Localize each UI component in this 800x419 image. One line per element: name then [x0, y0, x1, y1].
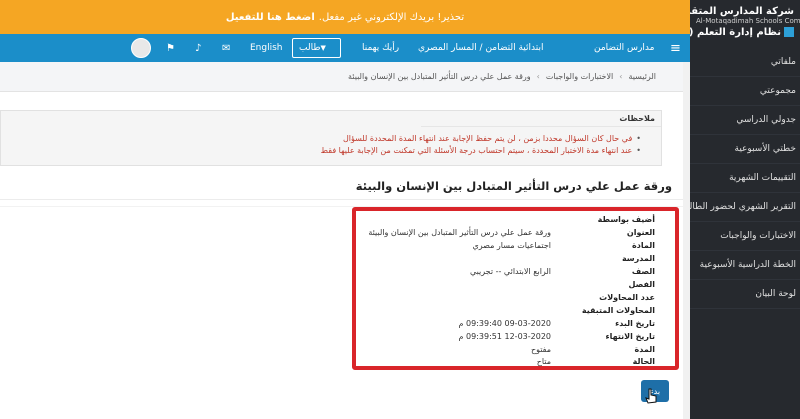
- detail-row-attempts: عدد المحاولات: [599, 293, 655, 302]
- bell-icon[interactable]: ♪: [195, 34, 201, 62]
- detail-row-subject: المادة اجتماعيات مسار مصري: [472, 241, 655, 250]
- detail-row-remaining: المحاولات المتبقية: [581, 306, 655, 315]
- logo-icon: [784, 27, 794, 37]
- role-select[interactable]: طالب ▼: [292, 38, 341, 58]
- user-avatar[interactable]: [131, 38, 151, 58]
- mail-icon[interactable]: ✉: [222, 34, 230, 62]
- nav-branch-link[interactable]: ابتدائية التضامن / المسار المصري: [418, 34, 543, 62]
- breadcrumb-current: ورقة عمل علي درس التأثير المتبادل بين ال…: [347, 72, 531, 81]
- detail-row-grade: الصف الرابع الابتدائي -- تجريبي: [469, 267, 655, 276]
- note-item: عند انتهاء مدة الاختبار المحددة ، سيتم ا…: [321, 145, 641, 157]
- breadcrumb-separator: ›: [536, 72, 540, 81]
- top-navbar: ≡ مدارس التضامن ابتدائية التضامن / المسا…: [0, 34, 690, 62]
- detail-row-start-date: تاريخ البدء 09-03-2020 09:39:40 م: [458, 319, 655, 328]
- notes-panel: ملاحظات في حال كان السؤال محددا بزمن ، ل…: [0, 110, 662, 166]
- note-item: في حال كان السؤال محددا بزمن ، لن يتم حف…: [321, 133, 641, 145]
- sidebar-item-my-files[interactable]: ملفاتي: [690, 48, 800, 77]
- email-activation-alert: تحذير! بريدك الإلكتروني غير مفعل. اضغط ه…: [0, 0, 690, 34]
- sidebar-item-exams-homework[interactable]: الاختبارات والواجبات: [690, 222, 800, 251]
- detail-row-class: الفصل: [628, 280, 655, 289]
- divider: [0, 199, 690, 200]
- sidebar-item-dashboard[interactable]: لوحة البيان: [690, 280, 800, 309]
- activate-email-link[interactable]: اضغط هنا للتفعيل: [226, 12, 315, 23]
- sidebar-item-weekly-plan[interactable]: خطتي الأسبوعية: [690, 135, 800, 164]
- brand: شركة المدارس المتقدمة Al-Motaqadimah Sch…: [690, 0, 800, 48]
- detail-row-duration: المدة مفتوح: [530, 345, 655, 354]
- sidebar-item-my-group[interactable]: مجموعتي: [690, 77, 800, 106]
- sidebar-item-schedule[interactable]: جدولي الدراسي: [690, 106, 800, 135]
- sidebar-item-monthly-evaluations[interactable]: التقييمات الشهرية: [690, 164, 800, 193]
- breadcrumb-section[interactable]: الاختبارات والواجبات: [546, 72, 613, 81]
- brand-name: شركة المدارس المتقدمة: [690, 6, 794, 17]
- brand-name-en: Al-Motaqadimah Schools Company: [696, 17, 800, 25]
- detail-row-added-by: أضيف بواسطة: [597, 215, 655, 224]
- alert-text: تحذير! بريدك الإلكتروني غير مفعل.: [318, 11, 465, 23]
- language-switch[interactable]: English: [250, 34, 283, 62]
- breadcrumb: الرئيسية › الاختبارات والواجبات › ورقة ع…: [0, 62, 690, 92]
- role-value: طالب: [299, 43, 321, 53]
- detail-row-title: العنوان ورقة عمل علي درس التأثير المتبادل…: [368, 228, 655, 237]
- nav-school-link[interactable]: مدارس التضامن: [594, 34, 654, 62]
- breadcrumb-home[interactable]: الرئيسية: [628, 72, 656, 81]
- detail-row-school: المدرسة: [621, 254, 655, 263]
- caret-down-icon: ▼: [320, 44, 326, 52]
- assignment-details: أضيف بواسطة العنوان ورقة عمل علي درس التأ…: [352, 207, 679, 370]
- flag-icon[interactable]: ⚑: [166, 34, 175, 62]
- notes-list: في حال كان السؤال محددا بزمن ، لن يتم حف…: [321, 133, 641, 157]
- page-title: ورقة عمل علي درس التأثير المتبادل بين ال…: [355, 179, 672, 193]
- scrollbar[interactable]: [683, 62, 690, 419]
- notes-title: ملاحظات: [421, 111, 661, 127]
- sidebar-item-attendance-report[interactable]: التقرير الشهري لحضور الطالب: [690, 193, 800, 222]
- system-name: نظام إدارة التعلم (LMS): [690, 27, 794, 38]
- hand-cursor-icon: [645, 388, 657, 404]
- nav-feedback-link[interactable]: رأيك يهمنا: [362, 34, 399, 62]
- detail-row-status: الحالة متاح: [536, 357, 655, 366]
- hamburger-icon[interactable]: ≡: [670, 34, 681, 62]
- sidebar-item-weekly-study-plan[interactable]: الخطة الدراسية الأسبوعية: [690, 251, 800, 280]
- sidebar: شركة المدارس المتقدمة Al-Motaqadimah Sch…: [690, 0, 800, 419]
- breadcrumb-separator: ›: [619, 72, 623, 81]
- detail-row-end-date: تاريخ الانتهاء 12-03-2020 09:39:51 م: [458, 332, 655, 341]
